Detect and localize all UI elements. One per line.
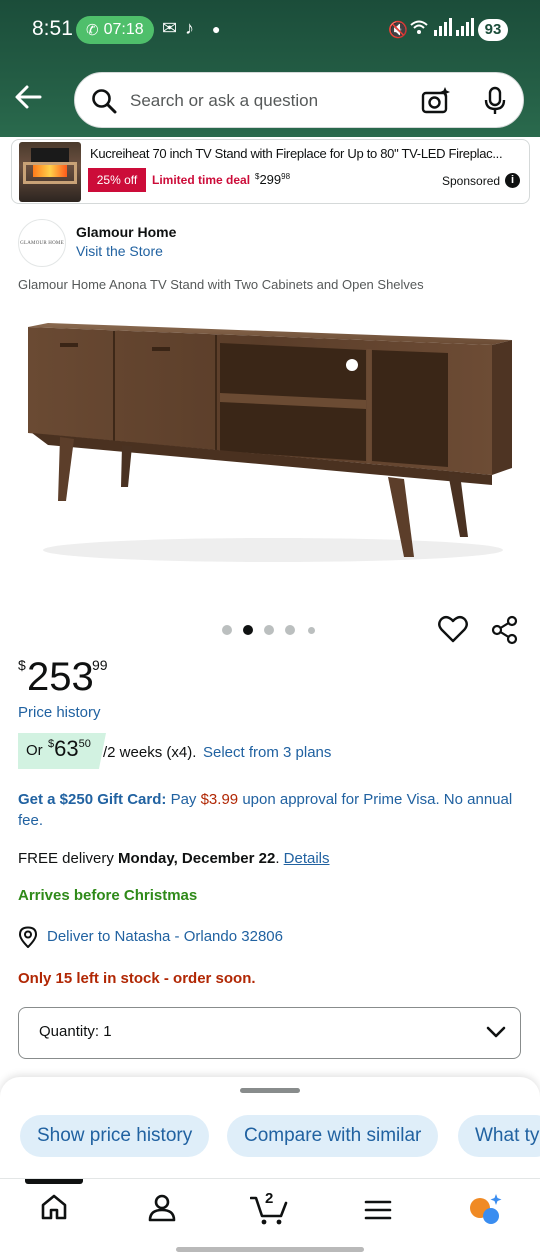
location-pin-icon	[18, 926, 38, 953]
carousel-dot[interactable]	[264, 625, 274, 635]
phone-icon: ✆	[86, 22, 99, 39]
mail-icon: ✉	[162, 18, 178, 38]
status-bar: 8:51 ✆ 07:18 ✉ ♪ ● 🔇 93	[0, 0, 540, 60]
home-icon[interactable]	[40, 1193, 68, 1226]
tiktok-icon: ♪	[185, 18, 194, 38]
search-bar[interactable]: Search or ask a question	[74, 72, 524, 128]
carousel-dot[interactable]	[222, 625, 232, 635]
rufus-suggestions-sheet: Show price history Compare with similar …	[0, 1077, 540, 1187]
notification-dot-icon: ●	[212, 21, 221, 37]
app-header: 8:51 ✆ 07:18 ✉ ♪ ● 🔇 93 Search or ask a …	[0, 0, 540, 137]
call-timer: 07:18	[103, 21, 144, 38]
wifi-icon	[410, 20, 428, 41]
deal-label: Limited time deal	[152, 173, 251, 187]
rufus-assistant-icon[interactable]	[467, 1193, 503, 1230]
gift-card-offer[interactable]: Get a $250 Gift Card: Pay $3.99 upon app…	[18, 789, 518, 831]
sponsored-product-ad[interactable]: Kucreiheat 70 inch TV Stand with Firepla…	[11, 139, 530, 204]
visit-store-link[interactable]: Visit the Store	[76, 243, 163, 259]
suggestion-chip[interactable]: Show price history	[20, 1115, 210, 1157]
ongoing-call-pill[interactable]: ✆ 07:18	[76, 16, 154, 44]
cart-count-badge: 2	[265, 1190, 274, 1207]
ad-title: Kucreiheat 70 inch TV Stand with Firepla…	[90, 146, 503, 161]
carousel-dot[interactable]	[308, 627, 315, 634]
stock-warning: Only 15 left in stock - order soon.	[18, 970, 256, 987]
search-icon	[91, 88, 117, 119]
suggestion-chip[interactable]: Compare with similar	[227, 1115, 439, 1157]
camera-lens-icon[interactable]	[421, 86, 451, 121]
select-plans-link[interactable]: Select from 3 plans	[203, 744, 331, 761]
brand-logo[interactable]: GLAMOUR HOME	[18, 219, 66, 267]
installment-amount: $6350	[48, 736, 91, 761]
product-image[interactable]	[18, 305, 522, 580]
arrives-before-christmas: Arrives before Christmas	[18, 887, 198, 904]
image-carousel-indicator	[222, 623, 322, 637]
info-icon[interactable]: i	[505, 173, 520, 188]
sheet-drag-handle[interactable]	[240, 1088, 300, 1093]
delivery-details-link[interactable]: Details	[284, 850, 330, 867]
active-tab-indicator	[25, 1179, 83, 1184]
chevron-down-icon	[486, 1025, 506, 1044]
search-input[interactable]: Search or ask a question	[130, 91, 318, 111]
product-title: Glamour Home Anona TV Stand with Two Cab…	[18, 277, 424, 292]
signal-icon	[434, 18, 474, 41]
carousel-dot[interactable]	[285, 625, 295, 635]
menu-icon[interactable]	[364, 1199, 392, 1226]
battery-indicator: 93	[478, 19, 508, 41]
sponsored-label: Sponsored	[442, 174, 501, 188]
ad-price: $29998	[255, 172, 291, 187]
brand-name: Glamour Home	[76, 224, 177, 240]
suggestion-chip[interactable]: What ty	[458, 1115, 540, 1157]
discount-badge: 25% off	[88, 168, 146, 192]
back-arrow-icon[interactable]	[14, 84, 44, 112]
ad-product-thumbnail	[19, 142, 81, 202]
price-history-link[interactable]: Price history	[18, 704, 101, 721]
heart-icon[interactable]	[438, 615, 468, 648]
account-icon[interactable]	[147, 1193, 177, 1228]
gesture-bar[interactable]	[176, 1247, 364, 1252]
share-icon[interactable]	[490, 615, 520, 650]
mute-icon: 🔇	[388, 22, 408, 39]
carousel-dot-active[interactable]	[243, 625, 253, 635]
status-time: 8:51	[32, 17, 73, 40]
delivery-info: FREE delivery Monday, December 22. Detai…	[18, 850, 330, 867]
microphone-icon[interactable]	[483, 86, 507, 121]
quantity-selector[interactable]: Quantity: 1	[18, 1007, 521, 1059]
